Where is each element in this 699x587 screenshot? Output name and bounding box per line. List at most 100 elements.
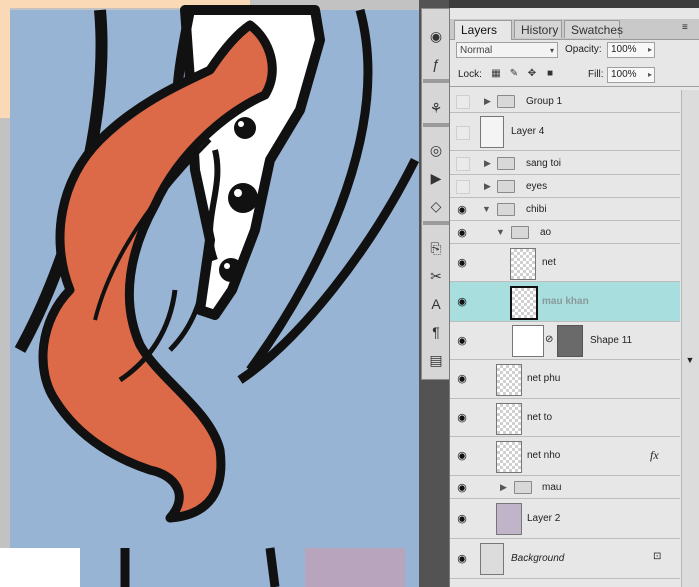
paragraph-icon[interactable]: ¶: [424, 321, 448, 343]
lock-label: Lock:: [458, 69, 482, 80]
eye-icon[interactable]: ◉: [454, 226, 470, 240]
layer-row-mau[interactable]: ◉ ▶ mau: [450, 476, 680, 499]
panel-collapse-bar[interactable]: [449, 0, 699, 8]
info-icon[interactable]: ▤: [424, 349, 448, 371]
layer-name: net nho: [527, 450, 561, 461]
layer-row-net-to[interactable]: ◉ net to: [450, 399, 680, 437]
actions-icon[interactable]: ▶: [424, 167, 448, 189]
panel-icon-dock: ◉ ƒ ⚘ ◎ ▶ ◇ ⎘ ✂ A ¶ ▤: [421, 8, 451, 380]
effects-fx-icon[interactable]: fx: [650, 448, 659, 463]
eye-icon[interactable]: ◉: [454, 372, 470, 386]
layer-row-net[interactable]: ◉ net: [450, 244, 680, 282]
blend-mode-select[interactable]: Normal ▾: [456, 42, 558, 58]
layer-row-background[interactable]: ◉ Background ⊡: [450, 539, 680, 579]
visibility-toggle[interactable]: [456, 126, 470, 140]
expand-arrow-icon[interactable]: ▶: [484, 158, 491, 169]
layer-name: Layer 4: [511, 126, 545, 137]
layer-name: mau khan: [542, 296, 589, 307]
chevron-right-icon[interactable]: ▸: [648, 68, 652, 82]
dock-divider: [423, 123, 449, 127]
dock-divider: [423, 79, 449, 83]
layer-row-ao[interactable]: ◉ ▼ ao: [450, 221, 680, 244]
folder-icon: [497, 157, 515, 170]
opacity-value: 100%: [611, 44, 637, 55]
paths-icon[interactable]: ◇: [424, 195, 448, 217]
collapse-arrow-icon[interactable]: ▼: [496, 227, 505, 237]
layer-row-eyes[interactable]: ▶ eyes: [450, 175, 680, 198]
eye-icon[interactable]: ◉: [454, 203, 470, 217]
scroll-down-icon[interactable]: ▼: [684, 355, 696, 367]
layer-row-layer-2[interactable]: ◉ Layer 2: [450, 499, 680, 539]
layer-row-shape-11[interactable]: ◉ ⊘ Shape 11: [450, 322, 680, 360]
layer-thumbnail: [496, 403, 522, 435]
fill-label: Fill:: [588, 69, 604, 80]
lock-icon: ⊡: [653, 551, 662, 562]
layer-row-chibi[interactable]: ◉ ▼ chibi: [450, 198, 680, 221]
layer-name: chibi: [526, 204, 547, 215]
clone-source-icon[interactable]: ⎘: [424, 237, 448, 259]
layer-thumbnail: [480, 543, 504, 575]
eye-icon[interactable]: ◉: [454, 512, 470, 526]
tab-layers-label: Layers: [461, 23, 498, 37]
tab-layers[interactable]: Layers ×: [454, 20, 512, 55]
layer-row-mau-khan[interactable]: ◉ mau khan: [450, 282, 680, 322]
layer-row-net-phu[interactable]: ◉ net phu: [450, 360, 680, 399]
layers-scrollbar[interactable]: ▼: [681, 90, 699, 587]
styles-icon[interactable]: ƒ: [424, 53, 448, 75]
layer-name: Shape 11: [590, 335, 633, 346]
layer-thumbnail: [496, 503, 522, 535]
layer-name: ao: [540, 227, 552, 238]
collapse-arrow-icon[interactable]: ▼: [482, 204, 491, 214]
layer-row-net-nho[interactable]: ◉ net nho fx: [450, 437, 680, 476]
layer-name: Group 1: [526, 96, 563, 107]
character-icon[interactable]: A: [424, 293, 448, 315]
layer-name: net: [542, 257, 556, 268]
panel-tab-bar: Layers × History Swatches ≡: [450, 19, 699, 55]
layer-thumbnail: [496, 441, 522, 473]
tab-history[interactable]: History: [514, 20, 562, 38]
shape-fill-thumbnail: [512, 325, 544, 357]
expand-arrow-icon[interactable]: ▶: [484, 96, 491, 107]
chain-link-icon[interactable]: ⊘: [545, 334, 553, 345]
tool-presets-icon[interactable]: ✂: [424, 265, 448, 287]
visibility-toggle[interactable]: [456, 180, 470, 194]
visibility-toggle[interactable]: [456, 157, 470, 171]
channels-icon[interactable]: ◎: [424, 139, 448, 161]
layer-row-layer-4[interactable]: Layer 4: [450, 113, 680, 151]
artwork: [0, 0, 419, 587]
vector-mask-thumbnail: [557, 325, 583, 357]
lock-position-icon[interactable]: ✥: [526, 68, 538, 80]
opacity-input[interactable]: 100% ▸: [607, 42, 655, 58]
layers-list: ▶ Group 1 Layer 4 ▶ sang toi ▶ eyes ◉ ▼: [450, 90, 699, 587]
lock-paint-icon[interactable]: ✎: [508, 68, 520, 80]
expand-arrow-icon[interactable]: ▶: [500, 482, 507, 493]
layer-thumbnail: [496, 364, 522, 396]
eye-icon[interactable]: ◉: [454, 552, 470, 566]
panel-menu-icon[interactable]: ≡: [682, 22, 688, 33]
eye-icon[interactable]: ◉: [454, 411, 470, 425]
lock-all-icon[interactable]: ■: [544, 68, 556, 80]
eye-icon[interactable]: ◉: [454, 295, 470, 309]
layers-panel: Layers × History Swatches ≡ Normal ▾ Opa…: [449, 8, 699, 587]
layer-thumbnail: [510, 286, 538, 320]
color-wheel-icon[interactable]: ◉: [424, 25, 448, 47]
eye-icon[interactable]: ◉: [454, 481, 470, 495]
layer-name: net phu: [527, 373, 561, 384]
tab-swatches[interactable]: Swatches: [564, 20, 623, 38]
document-canvas[interactable]: [0, 0, 419, 587]
expand-arrow-icon[interactable]: ▶: [484, 181, 491, 192]
visibility-toggle[interactable]: [456, 95, 470, 109]
lock-transparency-icon[interactable]: ▦: [490, 68, 502, 80]
chevron-right-icon[interactable]: ▸: [648, 43, 652, 57]
layer-name: sang toi: [526, 158, 562, 169]
layer-row-sang-toi[interactable]: ▶ sang toi: [450, 151, 680, 175]
layer-thumbnail: [480, 116, 504, 148]
fill-input[interactable]: 100% ▸: [607, 67, 655, 83]
eye-icon[interactable]: ◉: [454, 256, 470, 270]
folder-icon: [497, 180, 515, 193]
blend-opacity-row: Normal ▾ Opacity: 100% ▸: [450, 40, 699, 62]
eye-icon[interactable]: ◉: [454, 449, 470, 463]
eye-icon[interactable]: ◉: [454, 334, 470, 348]
layer-row-group-1[interactable]: ▶ Group 1: [450, 90, 680, 113]
brush-presets-icon[interactable]: ⚘: [424, 97, 448, 119]
